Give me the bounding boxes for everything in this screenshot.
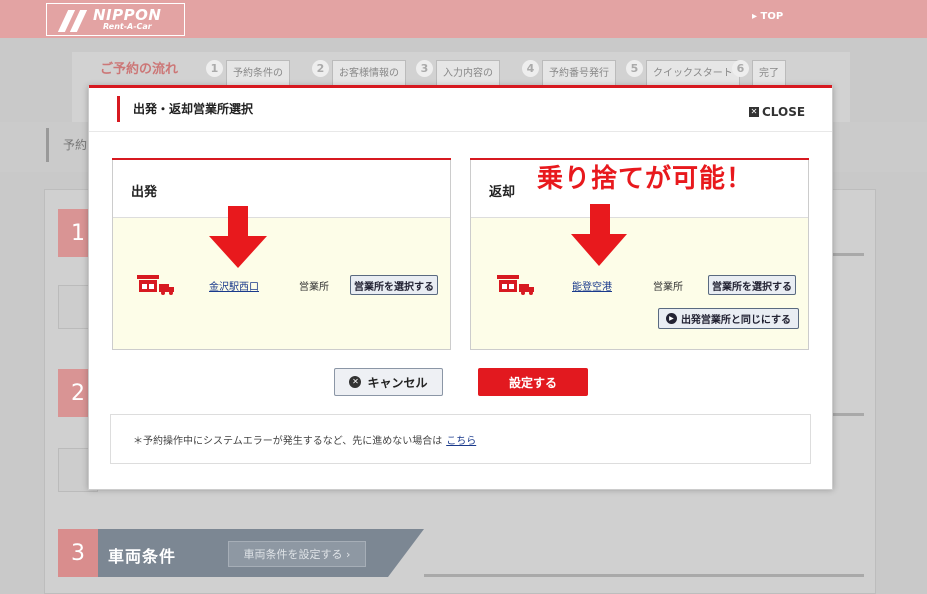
return-heading: 返却 xyxy=(489,185,516,200)
logo-name: NIPPON xyxy=(93,6,162,24)
section-3-title: 車両条件 xyxy=(108,547,177,566)
steps-title: ご予約の流れ xyxy=(100,62,179,77)
departure-panel: 出発 金沢駅西口 営業所 営業所を選択する xyxy=(112,158,451,350)
departure-select-button[interactable]: 営業所を選択する xyxy=(350,275,438,295)
return-office-link[interactable]: 能登空港 xyxy=(572,278,612,293)
office-select-modal: 出発・返却営業所選択 ✕ CLOSE 出発 金沢駅西口 営業所 営業所を選択する… xyxy=(88,85,833,490)
title-accent xyxy=(117,96,120,122)
breadcrumb: 予約 xyxy=(46,128,87,162)
shop-truck-icon xyxy=(137,275,174,295)
same-as-departure-button[interactable]: ▶ 出発営業所と同じにする xyxy=(658,308,799,329)
annotation-arrow-icon xyxy=(209,206,267,268)
logo-sub: Rent-A-Car xyxy=(103,22,152,31)
confirm-button[interactable]: 設定する xyxy=(478,368,588,396)
departure-office-suffix: 営業所 xyxy=(299,282,329,293)
note-message: ＊予約操作中にシステムエラーが発生するなど、先に進めない場合は xyxy=(133,436,443,447)
help-link[interactable]: こちら xyxy=(446,436,476,447)
vehicle-conditions-button[interactable]: 車両条件を設定する › xyxy=(228,541,366,567)
departure-office-link[interactable]: 金沢駅西口 xyxy=(209,278,259,293)
note-box: ＊予約操作中にシステムエラーが発生するなど、先に進めない場合は こちら xyxy=(110,414,811,464)
annotation-arrow-icon xyxy=(571,204,627,266)
cancel-icon: ✕ xyxy=(349,376,362,388)
departure-heading: 出発 xyxy=(131,185,158,200)
shop-truck-icon xyxy=(497,275,534,295)
departure-header: 出発 xyxy=(113,160,450,218)
close-label: CLOSE xyxy=(762,105,806,119)
note-text: ＊予約操作中にシステムエラーが発生するなど、先に進めない場合は こちら xyxy=(133,432,476,447)
cancel-button[interactable]: ✕ キャンセル xyxy=(334,368,443,396)
same-as-departure-label: 出発営業所と同じにする xyxy=(680,315,792,326)
section-3-tab-edge xyxy=(388,529,424,577)
drop-off-callout: 乗り捨てが可能！ xyxy=(537,164,754,194)
section-3-number: 3 xyxy=(58,529,98,577)
nippon-logo[interactable]: NIPPON Rent-A-Car xyxy=(46,3,185,36)
logo-mark-icon xyxy=(55,8,91,32)
modal-title: 出発・返却営業所選択 xyxy=(133,102,254,116)
play-icon: ▶ xyxy=(665,313,677,324)
section-3-line xyxy=(424,574,864,577)
return-office-suffix: 営業所 xyxy=(653,282,683,293)
departure-body: 金沢駅西口 営業所 営業所を選択する xyxy=(113,218,450,349)
top-link[interactable]: ▸ TOP xyxy=(752,11,783,22)
close-icon: ✕ xyxy=(749,107,759,117)
modal-header: 出発・返却営業所選択 ✕ CLOSE xyxy=(89,85,832,132)
return-select-button[interactable]: 営業所を選択する xyxy=(708,275,796,295)
return-body: 能登空港 営業所 営業所を選択する ▶ 出発営業所と同じにする xyxy=(471,218,808,349)
close-button[interactable]: ✕ CLOSE xyxy=(749,105,805,119)
cancel-label: キャンセル xyxy=(367,375,428,390)
